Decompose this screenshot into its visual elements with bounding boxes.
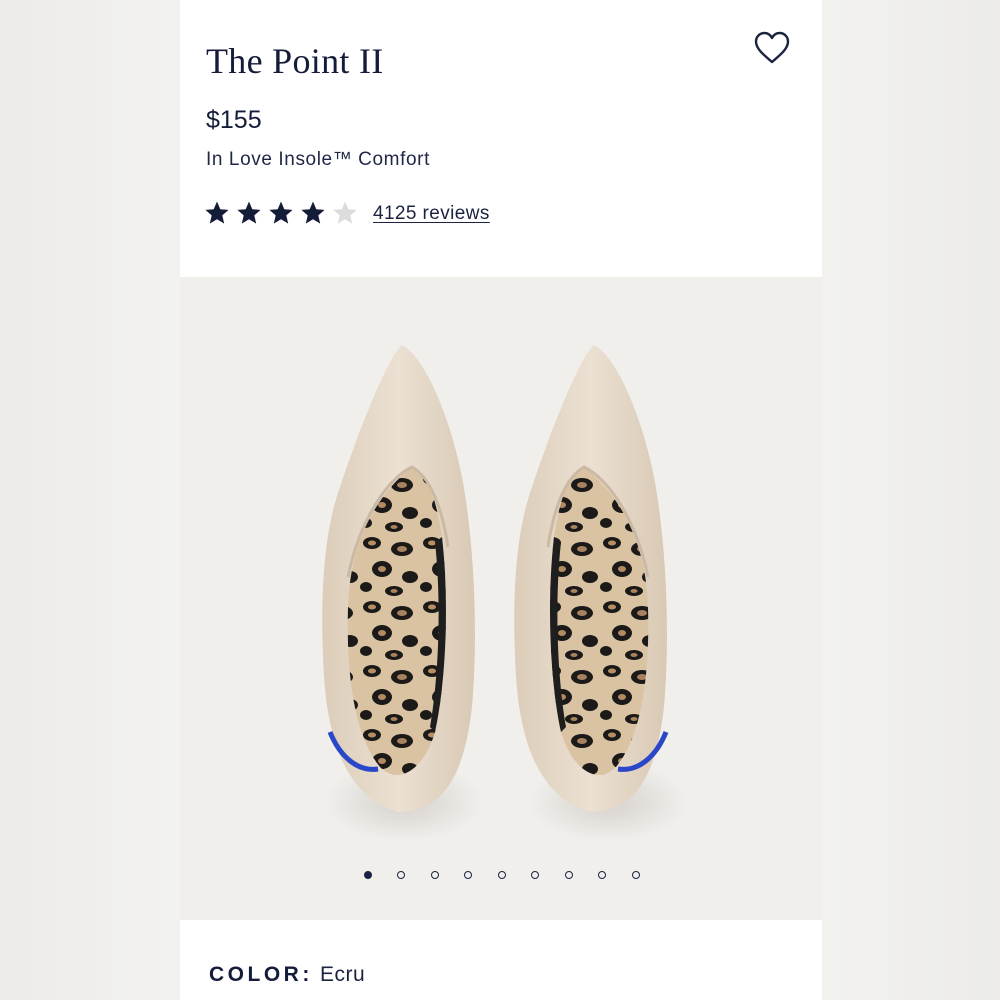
color-value: Ecru [320, 963, 366, 986]
color-selector: COLOR: Ecru [180, 920, 822, 1000]
heart-outline-icon [754, 31, 790, 64]
carousel-dot[interactable] [598, 871, 606, 879]
carousel-dot[interactable] [397, 871, 405, 879]
product-price: $155 [206, 106, 262, 134]
color-label: COLOR: [209, 963, 313, 986]
page-background-left [0, 0, 180, 1000]
carousel-dot[interactable] [430, 871, 439, 879]
favorite-button[interactable] [752, 28, 792, 68]
product-tagline: In Love Insole™ Comfort [206, 149, 430, 170]
carousel-dot[interactable] [464, 871, 472, 879]
product-header: The Point II $155 In Love Insole™ Comfor… [180, 0, 822, 277]
product-card: The Point II $155 In Love Insole™ Comfor… [180, 0, 822, 1000]
carousel-dot[interactable] [631, 871, 640, 879]
carousel-dot[interactable] [564, 871, 573, 879]
carousel-dot[interactable] [497, 871, 506, 879]
star-filled-icon [301, 201, 325, 224]
star-empty-icon [333, 201, 357, 224]
product-image-carousel[interactable] [180, 277, 822, 920]
product-image [322, 345, 688, 842]
star-filled-icon [237, 201, 261, 224]
carousel-pagination [180, 871, 822, 879]
carousel-dot[interactable] [531, 871, 539, 879]
page-background-right [822, 0, 1000, 1000]
star-filled-icon [269, 201, 293, 224]
reviews-link[interactable]: 4125 reviews [373, 203, 490, 225]
carousel-dot-active[interactable] [363, 871, 372, 879]
star-filled-icon [205, 201, 229, 224]
product-title: The Point II [206, 41, 384, 81]
rating-stars [204, 200, 358, 226]
